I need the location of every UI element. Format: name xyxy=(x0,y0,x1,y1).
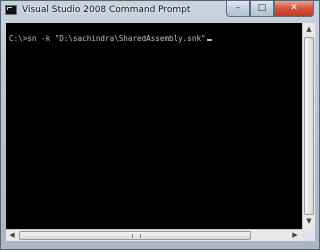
command-prompt-window: Visual Studio 2008 Command Prompt – □ ✕ … xyxy=(0,0,320,250)
scroll-up-icon[interactable]: ▲ xyxy=(303,23,315,36)
horizontal-scrollbar[interactable]: ◀ ▶ xyxy=(6,229,302,241)
scroll-grip-icon xyxy=(132,234,141,238)
text-cursor xyxy=(206,39,212,41)
scroll-left-icon[interactable]: ◀ xyxy=(6,229,18,241)
console-output[interactable]: C:\>sn -k "D:\sachindra\SharedAssembly.s… xyxy=(6,23,302,229)
caption-buttons: – □ ✕ xyxy=(226,1,314,17)
vertical-scrollbar[interactable]: ▲ ▼ xyxy=(302,23,315,229)
close-button[interactable]: ✕ xyxy=(274,1,314,17)
scroll-right-icon[interactable]: ▶ xyxy=(289,229,301,241)
horizontal-scroll-thumb[interactable] xyxy=(19,231,251,240)
vertical-scroll-thumb[interactable] xyxy=(304,37,314,215)
prompt-text: C:\>sn -k "D:\sachindra\SharedAssembly.s… xyxy=(9,34,206,43)
window-title: Visual Studio 2008 Command Prompt xyxy=(22,5,191,15)
console-icon[interactable] xyxy=(5,5,17,15)
title-bar[interactable]: Visual Studio 2008 Command Prompt – □ ✕ xyxy=(1,1,319,21)
resize-corner[interactable] xyxy=(302,229,315,241)
command-line: C:\>sn -k "D:\sachindra\SharedAssembly.s… xyxy=(9,34,212,43)
minimize-button[interactable]: – xyxy=(226,1,250,17)
scroll-down-icon[interactable]: ▼ xyxy=(303,215,315,228)
maximize-button[interactable]: □ xyxy=(250,1,274,17)
